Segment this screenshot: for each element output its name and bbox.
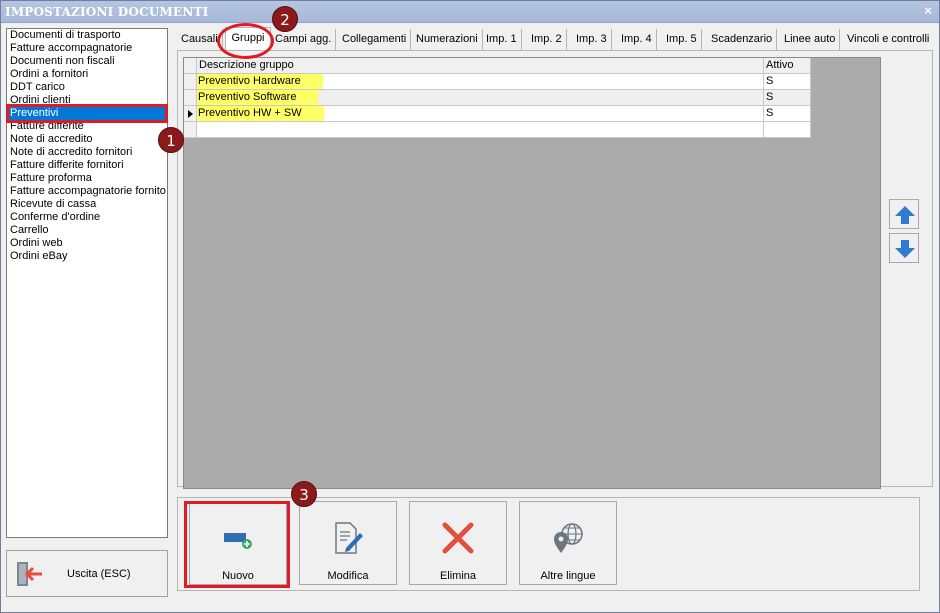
column-header-active[interactable]: Attivo xyxy=(764,58,811,74)
grid-header-row: Descrizione gruppo Attivo xyxy=(184,58,811,74)
tab-vincoli-controlli[interactable]: Vincoli e controlli xyxy=(843,29,933,50)
tab-gruppi[interactable]: Gruppi xyxy=(225,27,271,50)
tab-imp-4[interactable]: Imp. 4 xyxy=(617,29,657,50)
other-languages-button[interactable]: Altre lingue xyxy=(519,501,617,585)
delete-button-label: Elimina xyxy=(439,570,477,582)
tab-scadenzario[interactable]: Scadenzario xyxy=(707,29,778,50)
list-item[interactable]: Ordini a fornitori xyxy=(7,68,167,81)
exit-door-icon xyxy=(17,562,42,586)
list-item[interactable]: Fatture accompagnatorie xyxy=(7,42,167,55)
window-title: IMPOSTAZIONI DOCUMENTI xyxy=(5,5,209,19)
settings-window: IMPOSTAZIONI DOCUMENTI × Documenti di tr… xyxy=(0,0,940,613)
groups-grid[interactable]: Descrizione gruppo Attivo Preventivo Har… xyxy=(184,58,811,138)
move-down-button[interactable] xyxy=(889,233,919,263)
list-item[interactable]: Conferme d'ordine xyxy=(7,211,167,224)
cell-description[interactable]: Preventivo HW + SW xyxy=(197,106,764,122)
list-item[interactable]: Fatture differite fornitori xyxy=(7,159,167,172)
cell-description[interactable]: Preventivo Software xyxy=(197,90,764,106)
row-header[interactable] xyxy=(184,74,197,90)
new-button-label: Nuovo xyxy=(222,570,254,582)
cell-active[interactable] xyxy=(764,122,811,138)
list-item[interactable]: Documenti di trasporto xyxy=(7,29,167,42)
cell-active[interactable]: S xyxy=(764,106,811,122)
list-item[interactable]: Carrello xyxy=(7,224,167,237)
cell-description-text: Preventivo Hardware xyxy=(197,74,323,89)
list-item[interactable]: Ordini web xyxy=(7,237,167,250)
arrow-up-icon xyxy=(895,206,915,224)
table-row-new[interactable] xyxy=(184,122,811,138)
cell-description-text: Preventivo HW + SW xyxy=(197,106,324,121)
tab-linee-auto[interactable]: Linee auto xyxy=(780,29,841,50)
delete-x-icon xyxy=(442,522,474,554)
tab-strip: Causali Gruppi Campi agg. Collegamenti N… xyxy=(177,27,937,50)
list-item[interactable]: Ordini clienti xyxy=(7,94,167,107)
tab-imp-2[interactable]: Imp. 2 xyxy=(527,29,567,50)
list-item[interactable]: Note di accredito xyxy=(7,133,167,146)
row-header-corner xyxy=(184,58,197,74)
globe-location-icon xyxy=(554,523,583,553)
table-row-current[interactable]: Preventivo HW + SW S xyxy=(184,106,811,122)
exit-button[interactable]: Uscita (ESC) xyxy=(6,550,168,597)
other-languages-button-label: Altre lingue xyxy=(540,570,596,582)
list-item[interactable]: Fatture accompagnatorie fornito xyxy=(7,185,167,198)
list-item[interactable]: Note di accredito fornitori xyxy=(7,146,167,159)
tab-numerazioni[interactable]: Numerazioni xyxy=(412,29,483,50)
edit-button[interactable]: Modifica xyxy=(299,501,397,585)
list-item[interactable]: Ordini eBay xyxy=(7,250,167,263)
step-badge-3: 3 xyxy=(291,481,317,507)
row-header[interactable] xyxy=(184,122,197,138)
document-type-list[interactable]: Documenti di trasporto Fatture accompagn… xyxy=(6,28,168,538)
tab-imp-5[interactable]: Imp. 5 xyxy=(662,29,702,50)
arrow-down-icon xyxy=(895,240,915,258)
title-bar: IMPOSTAZIONI DOCUMENTI × xyxy=(1,1,939,23)
cell-description[interactable]: Preventivo Hardware xyxy=(197,74,764,90)
close-icon[interactable]: × xyxy=(921,4,935,18)
tab-imp-1[interactable]: Imp. 1 xyxy=(482,29,522,50)
list-item-selected[interactable]: Preventivi xyxy=(7,107,167,120)
delete-button[interactable]: Elimina xyxy=(409,501,507,585)
list-item[interactable]: Fatture differite xyxy=(7,120,167,133)
list-item[interactable]: Fatture proforma xyxy=(7,172,167,185)
column-header-description[interactable]: Descrizione gruppo xyxy=(197,58,764,74)
tab-campi-agg[interactable]: Campi agg. xyxy=(271,29,337,50)
edit-document-icon xyxy=(335,522,363,554)
tab-imp-3[interactable]: Imp. 3 xyxy=(572,29,612,50)
move-up-button[interactable] xyxy=(889,199,919,229)
list-item[interactable]: Ricevute di cassa xyxy=(7,198,167,211)
cell-active[interactable]: S xyxy=(764,90,811,106)
step-badge-1: 1 xyxy=(158,127,184,153)
table-row[interactable]: Preventivo Hardware S xyxy=(184,74,811,90)
step-badge-2: 2 xyxy=(272,6,298,32)
cell-active[interactable]: S xyxy=(764,74,811,90)
row-pointer-icon xyxy=(188,110,193,118)
cell-description[interactable] xyxy=(197,122,764,138)
cell-description-text: Preventivo Software xyxy=(197,90,319,105)
tab-causali[interactable]: Causali xyxy=(177,29,223,50)
new-item-icon xyxy=(224,533,252,549)
edit-button-label: Modifica xyxy=(327,570,369,582)
exit-label: Uscita (ESC) xyxy=(67,568,131,580)
row-header[interactable] xyxy=(184,90,197,106)
list-item[interactable]: DDT carico xyxy=(7,81,167,94)
row-header[interactable] xyxy=(184,106,197,122)
table-row[interactable]: Preventivo Software S xyxy=(184,90,811,106)
tab-collegamenti[interactable]: Collegamenti xyxy=(338,29,412,50)
list-item[interactable]: Documenti non fiscali xyxy=(7,55,167,68)
new-button[interactable]: Nuovo xyxy=(189,501,287,585)
